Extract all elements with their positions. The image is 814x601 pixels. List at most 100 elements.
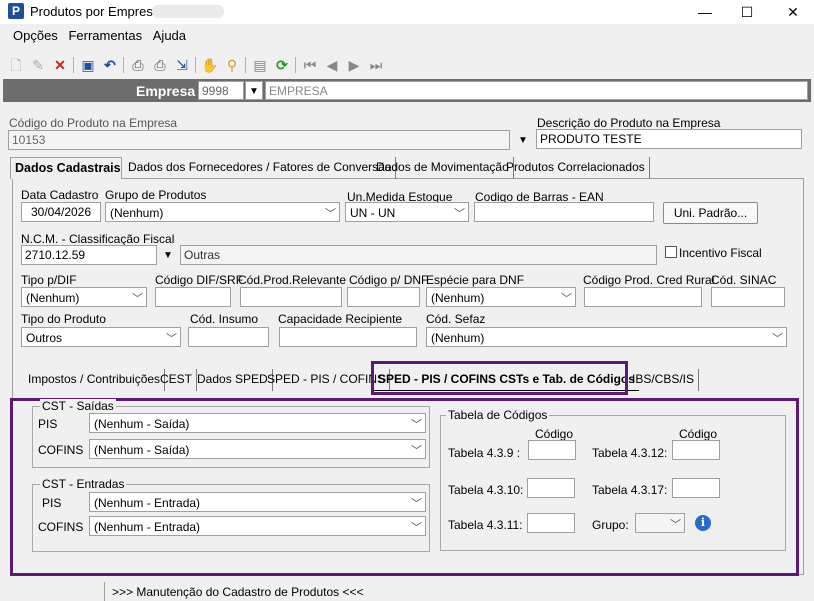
ean-field[interactable]	[474, 202, 654, 222]
empresa-code-field[interactable]: 9998	[198, 81, 244, 100]
entradas-cofins-select[interactable]: (Nenhum - Entrada) ﹀	[89, 516, 426, 536]
codigo-dropdown-button[interactable]: ▼	[514, 131, 532, 151]
menu-ferramentas[interactable]: Ferramentas	[68, 28, 142, 43]
properties-icon[interactable]: ▤	[250, 54, 270, 76]
save-icon[interactable]: ▣	[78, 54, 98, 76]
next-icon[interactable]: ▶	[344, 54, 364, 76]
entradas-pis-select[interactable]: (Nenhum - Entrada) ﹀	[89, 492, 426, 512]
chevron-down-icon: ﹀	[411, 498, 422, 510]
toolbar-separator	[195, 57, 196, 73]
unmedida-select[interactable]: UN - UN ﹀	[345, 202, 469, 222]
cod-insumo-field[interactable]	[188, 327, 269, 347]
saidas-cofins-value: (Nenhum - Saída)	[94, 443, 190, 457]
edit-icon[interactable]: ✎	[28, 54, 48, 76]
tab-movimentacao[interactable]: Dados de Movimentação	[372, 157, 514, 179]
saidas-cofins-select[interactable]: (Nenhum - Saída) ﹀	[89, 439, 426, 459]
codigo-header-left: Código	[535, 427, 574, 441]
cod-dif-field[interactable]	[155, 287, 231, 307]
chevron-down-icon: ﹀	[325, 208, 336, 220]
t439-field[interactable]	[528, 440, 576, 460]
grupo-tabela-select[interactable]: ﹀	[635, 513, 685, 533]
entradas-pis-value: (Nenhum - Entrada)	[94, 496, 201, 510]
first-icon[interactable]: ⏮	[300, 54, 320, 76]
menu-opcoes[interactable]: Opções	[13, 28, 58, 43]
empresa-label: Empresa	[136, 83, 196, 99]
export-icon[interactable]: ⇲	[172, 54, 192, 76]
toolbar-separator	[123, 57, 124, 73]
new-doc-icon[interactable]: 🗋	[6, 54, 26, 76]
minimize-button[interactable]: —	[682, 2, 728, 22]
delete-icon[interactable]: ✕	[50, 54, 70, 76]
tab-fornecedores[interactable]: Dados dos Fornecedores / Fatores de Conv…	[124, 157, 397, 179]
search-icon[interactable]: ⚲	[222, 54, 242, 76]
tab-dados-cadastrais[interactable]: Dados Cadastrais	[10, 157, 122, 179]
grupo-select[interactable]: (Nenhum) ﹀	[105, 202, 340, 222]
t4310-label: Tabela 4.3.10:	[448, 483, 524, 497]
hand-icon[interactable]: ✋	[200, 54, 220, 76]
tab-highlight-frame	[371, 361, 628, 395]
descricao-label: Descrição do Produto na Empresa	[537, 116, 721, 130]
cod-sefaz-value: (Nenhum)	[431, 331, 485, 345]
cod-sinac-field[interactable]	[711, 287, 785, 307]
tipo-produto-select[interactable]: Outros ﹀	[21, 327, 181, 347]
uni-padrao-button[interactable]: Uni. Padrão...	[663, 202, 758, 224]
unmedida-value: UN - UN	[350, 206, 396, 220]
data-cadastro-field[interactable]: 30/04/2026	[21, 202, 101, 222]
app-icon: P	[8, 3, 24, 19]
cod-rural-label: Código Prod. Cred Rural	[583, 273, 715, 287]
saidas-cofins-label: COFINS	[38, 443, 84, 457]
tab-ibs-cbs[interactable]: IBS/CBS/IS	[628, 369, 700, 391]
ncm-desc-field: Outras	[180, 245, 657, 265]
cod-rural-field[interactable]	[584, 287, 702, 307]
codigo-field[interactable]: 10153	[8, 130, 510, 150]
last-icon[interactable]: ⏭	[366, 54, 386, 76]
especie-dnf-select[interactable]: (Nenhum) ﹀	[426, 287, 576, 307]
undo-icon[interactable]: ↶	[100, 54, 120, 76]
descricao-field[interactable]: PRODUTO TESTE	[536, 129, 802, 149]
cod-dnf-field[interactable]	[347, 287, 420, 307]
close-button[interactable]: ✕	[770, 2, 814, 22]
menu-ajuda[interactable]: Ajuda	[153, 28, 186, 43]
cod-sefaz-select[interactable]: (Nenhum) ﹀	[426, 327, 787, 347]
tabela-codigos-title: Tabela de Códigos	[446, 408, 550, 422]
maximize-button[interactable]: ☐	[724, 2, 770, 22]
t4311-field[interactable]	[527, 513, 575, 533]
refresh-icon[interactable]: ⟳	[272, 54, 292, 76]
entradas-pis-label: PIS	[42, 496, 62, 510]
especie-dnf-value: (Nenhum)	[431, 291, 485, 305]
menu-bar: Opções Ferramentas Ajuda	[0, 28, 814, 48]
tipo-produto-label: Tipo do Produto	[21, 312, 106, 326]
cod-relevante-field[interactable]	[240, 287, 342, 307]
info-icon[interactable]: i	[695, 515, 711, 531]
tipo-dif-select[interactable]: (Nenhum) ﹀	[21, 287, 147, 307]
empresa-dropdown-button[interactable]: ▼	[245, 81, 263, 100]
print-icon[interactable]: ⎙	[128, 54, 148, 76]
data-cadastro-label: Data Cadastro	[21, 188, 99, 202]
t4312-field[interactable]	[672, 440, 720, 460]
toolbar: 🗋 ✎ ✕ ▣ ↶ ⎙ ⎙ ⇲ ✋ ⚲ ▤ ⟳ ⏮ ◀ ▶ ⏭	[0, 54, 814, 78]
tab-impostos[interactable]: Impostos / Contribuições	[24, 369, 166, 391]
codigo-header-right: Código	[679, 427, 718, 441]
saidas-pis-select[interactable]: (Nenhum - Saída) ﹀	[89, 413, 426, 433]
ncm-label: N.C.M. - Classificação Fiscal	[21, 232, 175, 246]
tipo-dif-label: Tipo p/DIF	[21, 273, 77, 287]
print-preview-icon[interactable]: ⎙	[150, 54, 170, 76]
ncm-field[interactable]: 2710.12.59	[21, 245, 157, 265]
capacidade-field[interactable]	[279, 327, 417, 347]
tab-cest[interactable]: CEST	[156, 369, 198, 391]
incentivo-checkbox[interactable]	[665, 246, 677, 258]
grupo-value: (Nenhum)	[110, 206, 164, 220]
saidas-pis-value: (Nenhum - Saída)	[94, 417, 190, 431]
ncm-dropdown-button[interactable]: ▼	[159, 246, 177, 266]
t4317-field[interactable]	[672, 478, 720, 498]
toolbar-separator	[245, 57, 246, 73]
tab-dados-sped[interactable]: Dados SPED	[193, 369, 273, 391]
cst-saidas-title: CST - Saídas	[40, 399, 116, 413]
status-text: >>> Manutenção do Cadastro de Produtos <…	[112, 585, 364, 599]
tab-correlacionados[interactable]: Produtos Correlacionados	[502, 157, 650, 179]
t4310-field[interactable]	[527, 478, 575, 498]
prev-icon[interactable]: ◀	[322, 54, 342, 76]
entradas-cofins-label: COFINS	[38, 520, 84, 534]
capacidade-label: Capacidade Recipiente	[278, 312, 403, 326]
especie-dnf-label: Espécie para DNF	[426, 273, 525, 287]
